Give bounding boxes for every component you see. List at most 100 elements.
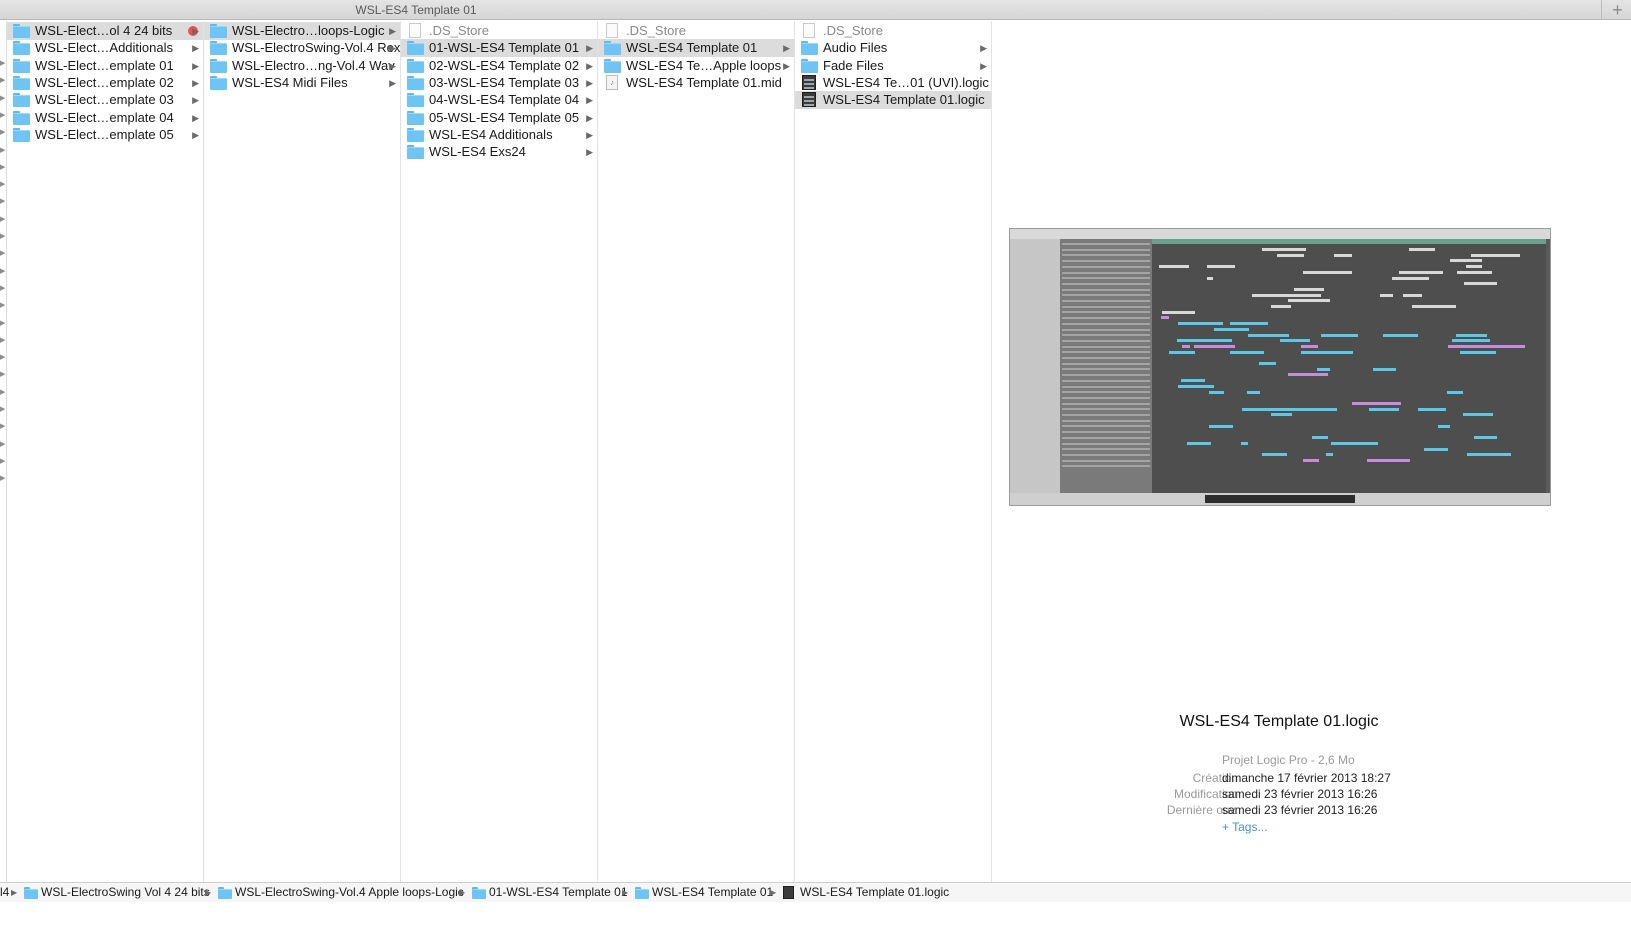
new-tab-button[interactable]: +	[1604, 0, 1631, 20]
file-name: WSL-ES4 Te…01 (UVI).logic	[823, 74, 989, 90]
preview-region	[1301, 344, 1318, 348]
file-name: .DS_Store	[626, 23, 686, 38]
file-list-item[interactable]: WSL-Electro…ng-Vol.4 Wav ▶	[204, 57, 400, 75]
add-tags-link[interactable]: + Tags...	[1222, 820, 1267, 834]
file-list-item[interactable]: ♪ WSL-ES4 Template 01.mid	[598, 74, 794, 92]
folder-icon	[407, 75, 424, 90]
disclosure-arrow-icon: ▶	[192, 43, 199, 54]
scrolled-column-edge[interactable]: ▶ ▶ ▶ ▶ ▶ ▶ ▶ ▶ ▶ ▶ ▶ ▶ ▶ ▶ ▶ ▶ ▶ ▶ ▶ ▶ ▶ ▶ ▶ ▶ ▶	[0, 21, 7, 917]
file-name: .DS_Store	[823, 23, 883, 38]
preview-track-row	[1062, 254, 1150, 257]
disclosure-arrow-icon: ▶	[586, 95, 593, 106]
disclosure-arrow-icon: ▶	[586, 77, 593, 88]
path-item-label: WSL-ElectroSwing-Vol.4 Apple loops-Logic	[235, 885, 464, 899]
preview-region	[1198, 384, 1214, 388]
window-bottom	[0, 902, 1631, 935]
folder-icon	[24, 887, 38, 899]
preview-track-row	[1062, 431, 1150, 434]
preview-region	[1194, 344, 1235, 348]
folder-icon	[407, 127, 424, 142]
preview-region	[1162, 310, 1195, 314]
disclosure-arrow-icon: ▶	[389, 77, 396, 88]
file-name: WSL-ES4 Template 01.logic	[823, 92, 985, 108]
preview-region	[1248, 333, 1289, 337]
file-list-item[interactable]: WSL-Elect…emplate 03 ▶	[7, 91, 203, 109]
file-list-item[interactable]: 03-WSL-ES4 Template 03 ▶	[401, 74, 597, 92]
folder-icon	[13, 75, 30, 90]
disclosure-arrow-icon: ▶	[586, 43, 593, 54]
preview-region	[1209, 390, 1224, 394]
preview-track-row	[1062, 425, 1150, 428]
preview-track-row	[1062, 459, 1150, 462]
file-list-item[interactable]: .DS_Store	[598, 22, 794, 40]
path-leading-fragment[interactable]: l4	[0, 883, 9, 902]
preview-track-row	[1062, 248, 1150, 251]
preview-region	[1355, 441, 1378, 445]
file-list-item[interactable]: .DS_Store	[401, 22, 597, 40]
preview-region	[1418, 407, 1446, 411]
browser-column-3[interactable]: .DS_Store 01-WSL-ES4 Template 01 ▶ 02-WSL-E…	[401, 21, 598, 917]
file-list-item[interactable]: WSL-Elect…emplate 05 ▶	[7, 126, 203, 144]
preview-track-row	[1062, 243, 1150, 245]
file-list-item[interactable]: WSL-Elect…ol 4 24 bits ▶	[7, 22, 203, 40]
preview-region	[1230, 322, 1268, 326]
disclosure-arrow-icon: ▶	[0, 77, 6, 85]
file-list-item[interactable]: WSL-ES4 Midi Files ▶	[204, 74, 400, 92]
preview-ruler	[1152, 239, 1546, 244]
browser-column-2[interactable]: WSL-Electro…loops-Logic ▶ WSL-ElectroSwing…	[204, 21, 401, 917]
file-list-item[interactable]: WSL-ES4 Template 01 ▶	[598, 39, 794, 58]
file-list-item[interactable]: 04-WSL-ES4 Template 04 ▶	[401, 91, 597, 109]
folder-icon	[13, 58, 30, 73]
file-list-item[interactable]: WSL-ES4 Te…Apple loops ▶	[598, 57, 794, 75]
disclosure-arrow-icon: ▶	[0, 198, 6, 206]
disclosure-arrow-icon: ▶	[192, 129, 199, 140]
file-list-item[interactable]: Audio Files ▶	[795, 39, 991, 57]
preview-track-row	[1062, 300, 1150, 302]
browser-column-4[interactable]: .DS_Store WSL-ES4 Template 01 ▶ WSL-ES4 Te……	[598, 21, 795, 917]
file-list-item[interactable]: WSL-Electro…loops-Logic ▶	[204, 22, 400, 40]
file-list-item[interactable]: 01-WSL-ES4 Template 01 ▶	[401, 39, 597, 58]
preview-track-row	[1062, 345, 1150, 348]
preview-pane: WSL-ES4 Template 01.logic Projet Logic P…	[992, 21, 1631, 917]
file-list-item[interactable]: .DS_Store	[795, 22, 991, 40]
preview-track-row	[1062, 414, 1150, 416]
preview-region	[1177, 339, 1226, 343]
file-list-item[interactable]: WSL-Elect…Additionals ▶	[7, 39, 203, 57]
file-list-item[interactable]: WSL-ES4 Additionals ▶	[401, 126, 597, 144]
disclosure-arrow-icon: ▶	[0, 319, 6, 327]
disclosure-arrow-icon: ▶	[0, 284, 6, 292]
preview-region	[1307, 407, 1337, 411]
file-list-item[interactable]: WSL-ES4 Template 01.logic	[795, 91, 991, 110]
window-title[interactable]: WSL-ES4 Template 01	[16, 3, 816, 17]
file-list-item[interactable]: WSL-ES4 Exs24 ▶	[401, 143, 597, 161]
file-list-item[interactable]: Fade Files ▶	[795, 57, 991, 75]
browser-column-1[interactable]: WSL-Elect…ol 4 24 bits ▶ WSL-Elect…Additio…	[7, 21, 204, 917]
path-item-label: 01-WSL-ES4 Template 01	[489, 885, 628, 899]
file-list-item[interactable]: WSL-ElectroSwing-Vol.4 Rex ▶	[204, 39, 400, 57]
disclosure-arrow-icon: ▶	[0, 371, 6, 379]
file-list-item[interactable]: 05-WSL-ES4 Template 05 ▶	[401, 109, 597, 127]
preview-region	[1266, 407, 1313, 411]
preview-region	[1369, 407, 1399, 411]
folder-icon	[13, 127, 30, 142]
file-list-item[interactable]: WSL-Elect…emplate 04 ▶	[7, 109, 203, 127]
file-list-item[interactable]: WSL-Elect…emplate 02 ▶	[7, 74, 203, 92]
preview-track-row	[1062, 357, 1150, 359]
preview-track-row	[1062, 453, 1150, 456]
disclosure-arrow-icon: ▶	[0, 440, 6, 448]
disclosure-arrow-icon: ▶	[389, 60, 396, 71]
path-separator-icon: ▶	[770, 888, 777, 897]
file-list-item[interactable]: 02-WSL-ES4 Template 02 ▶	[401, 57, 597, 75]
file-list-item[interactable]: WSL-ES4 Te…01 (UVI).logic	[795, 74, 991, 92]
file-list-item[interactable]: WSL-Elect…emplate 01 ▶	[7, 57, 203, 75]
path-separator-icon: ▶	[459, 888, 466, 897]
browser-column-5[interactable]: .DS_Store Audio Files ▶ Fade Files ▶ WSL-ES4 …	[795, 21, 992, 917]
file-name: 01-WSL-ES4 Template 01	[429, 40, 580, 56]
preview-region	[1450, 259, 1482, 263]
preview-track-row	[1062, 368, 1150, 371]
path-separator-icon: ▶	[205, 888, 212, 897]
document-icon	[606, 23, 618, 38]
preview-region	[1452, 339, 1490, 343]
path-item-label: WSL-ES4 Template 01.logic	[800, 885, 950, 899]
preview-region	[1480, 344, 1525, 348]
